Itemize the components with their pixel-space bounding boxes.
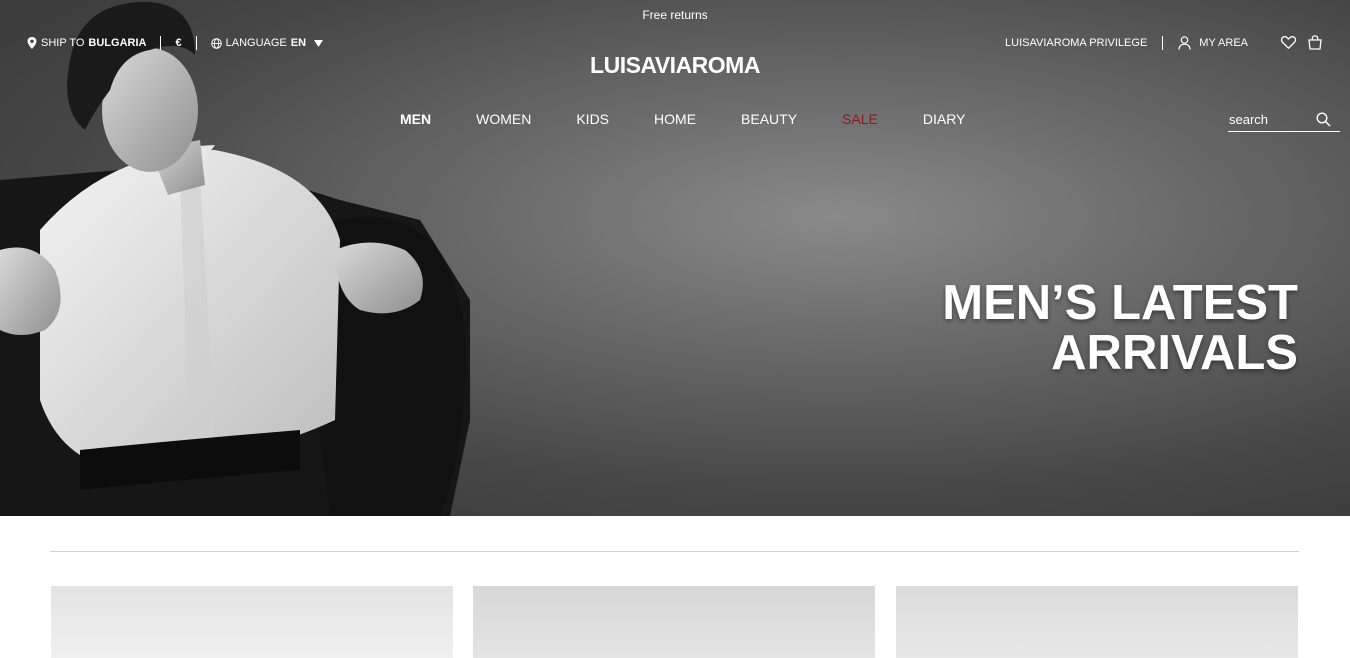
language-selector[interactable]: LANGUAGE EN — [210, 36, 324, 50]
bag-icon[interactable] — [1308, 35, 1322, 50]
nav-item-women[interactable]: WOMEN — [476, 111, 531, 127]
nav-item-home[interactable]: HOME — [654, 111, 696, 127]
promo-banner-text[interactable]: Free returns — [0, 8, 1350, 22]
search-input[interactable] — [1228, 111, 1308, 127]
language-value: EN — [290, 37, 307, 49]
hero-headline[interactable]: MEN’S LATEST ARRIVALS — [942, 278, 1298, 378]
search-icon[interactable] — [1316, 111, 1331, 127]
my-area-label: MY AREA — [1199, 36, 1248, 49]
section-divider — [50, 551, 1299, 552]
product-card[interactable] — [473, 586, 875, 658]
nav-item-diary[interactable]: DIARY — [923, 111, 966, 127]
ship-to-selector[interactable]: SHIP TO BULGARIA — [27, 36, 146, 50]
language-label: LANGUAGE — [225, 37, 287, 49]
currency-selector[interactable]: € — [175, 36, 181, 50]
topbar-icons — [1281, 35, 1322, 50]
nav-item-kids[interactable]: KIDS — [576, 111, 609, 127]
product-card[interactable] — [51, 586, 453, 658]
topbar-divider — [160, 36, 162, 50]
heart-icon[interactable] — [1281, 36, 1296, 49]
ship-to-label: SHIP TO — [41, 37, 85, 49]
caret-down-icon — [314, 39, 324, 47]
main-nav: MEN WOMEN KIDS HOME BEAUTY SALE DIARY — [400, 111, 1010, 127]
location-pin-icon — [27, 37, 37, 49]
user-icon — [1178, 35, 1192, 50]
privilege-link[interactable]: LUISAVIAROMA PRIVILEGE — [1005, 37, 1147, 49]
currency-value: € — [175, 37, 182, 49]
globe-icon — [210, 37, 222, 49]
hero-headline-line-2: ARRIVALS — [1051, 326, 1298, 380]
topbar-divider — [195, 36, 197, 50]
topbar-right: LUISAVIAROMA PRIVILEGE MY AREA — [1005, 35, 1322, 50]
topbar-divider — [1162, 35, 1164, 50]
product-card[interactable] — [896, 586, 1298, 658]
nav-item-men[interactable]: MEN — [400, 111, 431, 127]
topbar-left: SHIP TO BULGARIA € LANGUAGE EN — [27, 36, 324, 50]
hero-banner[interactable]: Free returns SHIP TO BULGARIA € LANGUAGE… — [0, 0, 1350, 516]
ship-to-country: BULGARIA — [88, 37, 147, 49]
site-logo[interactable]: LUISAVIAROMA — [0, 52, 1350, 79]
my-area-link[interactable]: MY AREA — [1178, 35, 1248, 50]
hero-headline-line-1: MEN’S LATEST — [942, 276, 1298, 330]
nav-item-sale[interactable]: SALE — [842, 111, 878, 127]
search-box — [1228, 107, 1340, 132]
nav-item-beauty[interactable]: BEAUTY — [741, 111, 797, 127]
